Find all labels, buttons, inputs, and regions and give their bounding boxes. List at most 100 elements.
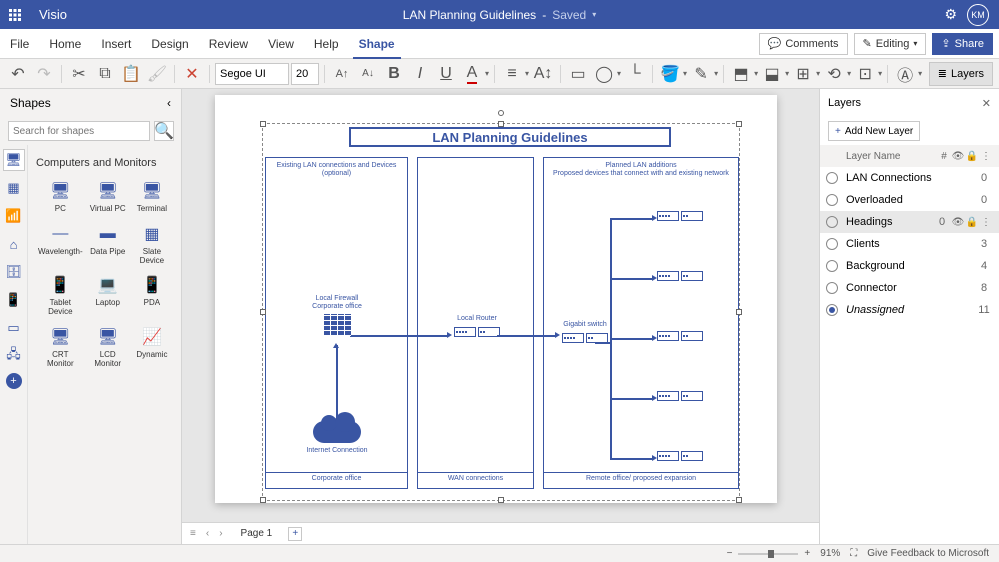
tab-home[interactable]: Home <box>39 29 91 59</box>
chevron-down-icon[interactable]: ▾ <box>816 69 820 78</box>
rotate-button[interactable]: ⟲ <box>822 62 846 86</box>
shape-stencil-item[interactable]: 💻Laptop <box>87 271 129 319</box>
chevron-down-icon[interactable]: ▾ <box>754 69 758 78</box>
user-avatar[interactable]: KM <box>967 4 989 26</box>
chevron-down-icon[interactable]: ▾ <box>592 10 596 19</box>
selection-box[interactable] <box>262 123 740 501</box>
chevron-down-icon[interactable]: ▾ <box>847 69 851 78</box>
tab-insert[interactable]: Insert <box>91 29 141 59</box>
italic-button[interactable]: I <box>408 62 432 86</box>
line-button[interactable]: ✎ <box>689 62 713 86</box>
align-button[interactable]: ≡ <box>500 62 524 86</box>
underline-button[interactable]: U <box>434 62 458 86</box>
close-icon[interactable]: ✕ <box>982 97 991 110</box>
add-layer-button[interactable]: + Add New Layer <box>828 121 920 141</box>
chevron-down-icon[interactable]: ▾ <box>785 69 789 78</box>
position-button[interactable]: ⊡ <box>853 62 877 86</box>
resize-handle[interactable] <box>498 121 504 127</box>
layer-row[interactable]: Clients3 <box>820 233 999 255</box>
shape-stencil-item[interactable]: 📈Dynamic <box>131 323 173 371</box>
shape-stencil-item[interactable]: —Wavelength- <box>36 220 85 268</box>
chevron-down-icon[interactable]: ▾ <box>683 69 687 78</box>
text-direction-button[interactable]: A↕ <box>531 62 555 86</box>
search-button[interactable]: 🔍 <box>154 121 174 141</box>
resize-handle[interactable] <box>736 309 742 315</box>
shape-stencil-item[interactable]: 📱Tablet Device <box>36 271 85 319</box>
comments-button[interactable]: 💬Comments <box>759 33 848 55</box>
shape-category-server[interactable]: 🖧 <box>3 345 25 367</box>
tab-shape[interactable]: Shape <box>349 29 405 59</box>
save-status[interactable]: Saved <box>552 8 586 22</box>
shape-stencil-item[interactable]: 🖥CRT Monitor <box>36 323 85 371</box>
resize-handle[interactable] <box>260 497 266 503</box>
editing-button[interactable]: ✎Editing▾ <box>854 33 927 55</box>
format-painter-button[interactable]: 🖌 <box>145 62 169 86</box>
visible-icon[interactable]: 👁 <box>951 217 965 228</box>
fill-button[interactable]: 🪣 <box>658 62 682 86</box>
layer-radio[interactable] <box>826 304 838 316</box>
resize-handle[interactable] <box>736 497 742 503</box>
layer-row[interactable]: Headings0👁🔒⋮ <box>820 211 999 233</box>
chevron-down-icon[interactable]: ▾ <box>525 69 529 78</box>
document-title[interactable]: LAN Planning Guidelines <box>403 8 536 22</box>
layer-radio[interactable] <box>826 172 838 184</box>
resize-handle[interactable] <box>260 121 266 127</box>
shape-stencil-item[interactable]: 🖥LCD Monitor <box>87 323 129 371</box>
lock-icon[interactable]: 🔒 <box>965 217 979 228</box>
shape-category-network[interactable]: ▦ <box>3 177 25 199</box>
paste-button[interactable]: 📋 <box>119 62 143 86</box>
ellipse-tool[interactable]: ◯ <box>592 62 616 86</box>
shape-category-wireless[interactable]: 📶 <box>3 205 25 227</box>
font-select[interactable] <box>215 63 289 85</box>
shape-category-monitors[interactable]: 🖥 <box>3 149 25 171</box>
shape-stencil-item[interactable]: 📱PDA <box>131 271 173 319</box>
copy-button[interactable]: ⧉ <box>93 62 117 86</box>
resize-handle[interactable] <box>260 309 266 315</box>
share-button[interactable]: ⇪Share <box>932 33 993 55</box>
bring-front-button[interactable]: ⬒ <box>729 62 753 86</box>
layer-radio[interactable] <box>826 282 838 294</box>
rotate-handle[interactable] <box>498 110 504 116</box>
size-select[interactable] <box>291 63 319 85</box>
canvas[interactable]: LAN Planning Guidelines Existing LAN con… <box>182 89 819 544</box>
layer-radio[interactable] <box>826 260 838 272</box>
shapes-search-input[interactable] <box>8 121 150 141</box>
layer-row[interactable]: Connector8 <box>820 277 999 299</box>
layer-row[interactable]: Overloaded0 <box>820 189 999 211</box>
bold-button[interactable]: B <box>382 62 406 86</box>
chevron-down-icon[interactable]: ▾ <box>714 69 718 78</box>
add-page-button[interactable]: + <box>288 527 302 541</box>
chevron-down-icon[interactable]: ▾ <box>918 69 922 78</box>
layer-row[interactable]: LAN Connections0 <box>820 167 999 189</box>
connector-tool[interactable]: └ <box>623 62 647 86</box>
zoom-in-button[interactable]: + <box>804 548 810 559</box>
shape-category-mobile[interactable]: 📱 <box>3 289 25 311</box>
shape-stencil-item[interactable]: ▬Data Pipe <box>87 220 129 268</box>
grow-font-button[interactable]: A↑ <box>330 62 354 86</box>
delete-button[interactable]: ✕ <box>180 62 204 86</box>
zoom-level[interactable]: 91% <box>820 548 840 559</box>
chevron-down-icon[interactable]: ▾ <box>617 69 621 78</box>
group-button[interactable]: ⊞ <box>791 62 815 86</box>
layer-radio[interactable] <box>826 194 838 206</box>
list-pages-icon[interactable]: ≡ <box>188 528 198 539</box>
add-stencil-button[interactable]: + <box>6 373 22 389</box>
alt-text-button[interactable]: Ⓐ <box>893 62 917 86</box>
cut-button[interactable]: ✂ <box>67 62 91 86</box>
feedback-link[interactable]: Give Feedback to Microsoft <box>867 548 989 559</box>
tab-design[interactable]: Design <box>141 29 198 59</box>
shape-stencil-item[interactable]: 🖥Virtual PC <box>87 177 129 216</box>
chevron-down-icon[interactable]: ▾ <box>878 69 882 78</box>
layer-radio[interactable] <box>826 238 838 250</box>
tab-help[interactable]: Help <box>304 29 349 59</box>
zoom-out-button[interactable]: − <box>727 548 733 559</box>
shape-category-rack[interactable]: ▭ <box>3 317 25 339</box>
tab-review[interactable]: Review <box>199 29 258 59</box>
collapse-icon[interactable]: ‹ <box>167 96 171 110</box>
zoom-slider[interactable] <box>738 553 798 555</box>
layers-button[interactable]: ≣Layers <box>929 62 993 86</box>
shape-stencil-item[interactable]: 🖥PC <box>36 177 85 216</box>
layer-radio[interactable] <box>826 216 838 228</box>
rectangle-tool[interactable]: ▭ <box>566 62 590 86</box>
resize-handle[interactable] <box>498 497 504 503</box>
